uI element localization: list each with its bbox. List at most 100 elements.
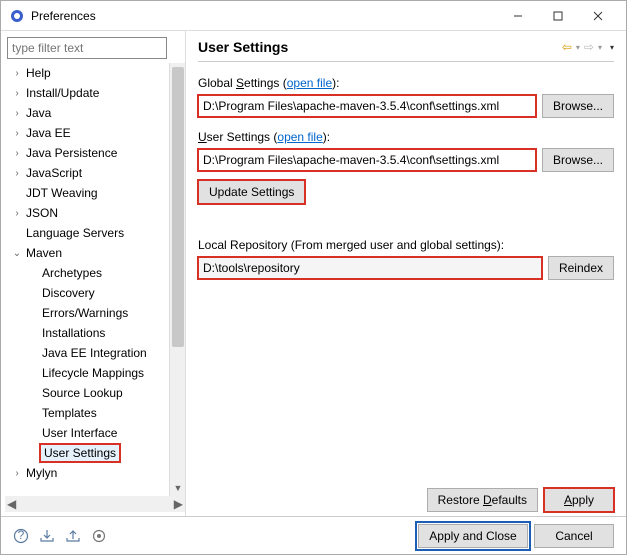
tree-item-java-ee-integration[interactable]: Java EE Integration: [5, 343, 165, 363]
tree-item-label: Templates: [39, 405, 100, 421]
export-icon[interactable]: [65, 528, 81, 544]
update-settings-button[interactable]: Update Settings: [198, 180, 305, 204]
tree-vscrollbar[interactable]: ▲ ▼: [169, 63, 185, 496]
global-settings-input[interactable]: [198, 95, 536, 117]
tree-item-language-servers[interactable]: Language Servers: [5, 223, 165, 243]
local-repo-label: Local Repository (From merged user and g…: [198, 238, 614, 252]
nav-back-icon[interactable]: ⇦: [562, 40, 572, 54]
tree-item-label: Help: [23, 65, 54, 81]
tree-item-label: JavaScript: [23, 165, 85, 181]
tree-item-java-ee[interactable]: ›Java EE: [5, 123, 165, 143]
close-button[interactable]: [578, 2, 618, 30]
tree-item-javascript[interactable]: ›JavaScript: [5, 163, 165, 183]
tree-item-label: Install/Update: [23, 85, 102, 101]
tree-item-label: Java EE: [23, 125, 74, 141]
footer-buttons: Apply and Close Cancel: [418, 524, 614, 548]
chevron-right-icon[interactable]: ›: [11, 68, 23, 79]
local-repo-input: [198, 257, 542, 279]
scroll-left-icon[interactable]: ◀: [7, 497, 16, 511]
tree-item-label: Archetypes: [39, 265, 105, 281]
tree-item-label: Java EE Integration: [39, 345, 150, 361]
global-browse-button[interactable]: Browse...: [542, 94, 614, 118]
apply-button[interactable]: Apply: [544, 488, 614, 512]
user-browse-button[interactable]: Browse...: [542, 148, 614, 172]
nav-forward-menu-icon[interactable]: ▾: [598, 43, 602, 52]
chevron-down-icon[interactable]: ⌄: [11, 248, 23, 259]
chevron-right-icon[interactable]: ›: [11, 168, 23, 179]
tree-item-json[interactable]: ›JSON: [5, 203, 165, 223]
tree-item-lifecycle-mappings[interactable]: Lifecycle Mappings: [5, 363, 165, 383]
user-open-file-link[interactable]: open file: [277, 130, 322, 144]
chevron-right-icon[interactable]: ›: [11, 468, 23, 479]
tree-item-user-interface[interactable]: User Interface: [5, 423, 165, 443]
tree-item-discovery[interactable]: Discovery: [5, 283, 165, 303]
svg-text:?: ?: [18, 528, 25, 542]
scroll-right-icon[interactable]: ▶: [174, 497, 183, 511]
tree-hscrollbar[interactable]: ◀ ▶: [5, 496, 185, 512]
nav-arrows: ⇦ ▾ ⇨ ▾ ▾: [562, 40, 614, 54]
tree-item-label: Lifecycle Mappings: [39, 365, 147, 381]
user-settings-label: User Settings (open file):: [198, 130, 614, 144]
footer: ? Apply and Close Cancel: [1, 516, 626, 554]
footer-icons: ?: [13, 528, 107, 544]
global-settings-label: Global Settings (open file):: [198, 76, 614, 90]
update-row: Update Settings: [198, 180, 614, 204]
tree-item-archetypes[interactable]: Archetypes: [5, 263, 165, 283]
tree-item-label: JSON: [23, 205, 61, 221]
tree-item-label: Source Lookup: [39, 385, 126, 401]
restore-defaults-button[interactable]: Restore Defaults: [427, 488, 538, 512]
chevron-right-icon[interactable]: ›: [11, 128, 23, 139]
page-title: User Settings: [198, 39, 562, 55]
preferences-tree[interactable]: ›Help›Install/Update›Java›Java EE›Java P…: [5, 63, 169, 496]
tree-item-label: Installations: [39, 325, 108, 341]
tree-item-maven[interactable]: ⌄Maven: [5, 243, 165, 263]
tree-item-label: JDT Weaving: [23, 185, 101, 201]
panel-buttons: Restore Defaults Apply: [198, 488, 614, 512]
tree-item-label: User Settings: [39, 443, 121, 463]
tree-item-user-settings[interactable]: User Settings: [5, 443, 165, 463]
chevron-right-icon[interactable]: ›: [11, 88, 23, 99]
tree-item-installations[interactable]: Installations: [5, 323, 165, 343]
nav-forward-icon[interactable]: ⇨: [584, 40, 594, 54]
tree-item-label: Discovery: [39, 285, 98, 301]
global-settings-row: Browse...: [198, 94, 614, 118]
import-icon[interactable]: [39, 528, 55, 544]
tree-item-help[interactable]: ›Help: [5, 63, 165, 83]
nav-back-menu-icon[interactable]: ▾: [576, 43, 580, 52]
apply-and-close-button[interactable]: Apply and Close: [418, 524, 528, 548]
view-menu-icon[interactable]: ▾: [610, 43, 614, 52]
tree-item-source-lookup[interactable]: Source Lookup: [5, 383, 165, 403]
window-title: Preferences: [31, 9, 498, 23]
scroll-down-icon[interactable]: ▼: [170, 480, 185, 496]
tree-item-java-persistence[interactable]: ›Java Persistence: [5, 143, 165, 163]
tree-item-label: Language Servers: [23, 225, 127, 241]
help-icon[interactable]: ?: [13, 528, 29, 544]
tree-item-install-update[interactable]: ›Install/Update: [5, 83, 165, 103]
preferences-window: Preferences ›Help›Install/Update›Java›Ja…: [0, 0, 627, 555]
tree-item-label: Maven: [23, 245, 65, 261]
sidebar: ›Help›Install/Update›Java›Java EE›Java P…: [1, 31, 186, 516]
global-open-file-link[interactable]: open file: [287, 76, 332, 90]
chevron-right-icon[interactable]: ›: [11, 208, 23, 219]
tree-item-label: User Interface: [39, 425, 120, 441]
user-settings-input[interactable]: [198, 149, 536, 171]
chevron-right-icon[interactable]: ›: [11, 108, 23, 119]
minimize-button[interactable]: [498, 2, 538, 30]
tree-item-errors-warnings[interactable]: Errors/Warnings: [5, 303, 165, 323]
tree-item-java[interactable]: ›Java: [5, 103, 165, 123]
panel-header: User Settings ⇦ ▾ ⇨ ▾ ▾: [198, 39, 614, 62]
maximize-button[interactable]: [538, 2, 578, 30]
tree-item-jdt-weaving[interactable]: JDT Weaving: [5, 183, 165, 203]
filter-input[interactable]: [7, 37, 167, 59]
titlebar: Preferences: [1, 1, 626, 31]
cancel-button[interactable]: Cancel: [534, 524, 614, 548]
tree-item-label: Errors/Warnings: [39, 305, 131, 321]
reindex-button[interactable]: Reindex: [548, 256, 614, 280]
app-icon: [9, 8, 25, 24]
content-area: ›Help›Install/Update›Java›Java EE›Java P…: [1, 31, 626, 516]
tree-item-templates[interactable]: Templates: [5, 403, 165, 423]
oomph-icon[interactable]: [91, 528, 107, 544]
tree-item-mylyn[interactable]: ›Mylyn: [5, 463, 165, 483]
chevron-right-icon[interactable]: ›: [11, 148, 23, 159]
scrollbar-thumb[interactable]: [172, 67, 184, 347]
